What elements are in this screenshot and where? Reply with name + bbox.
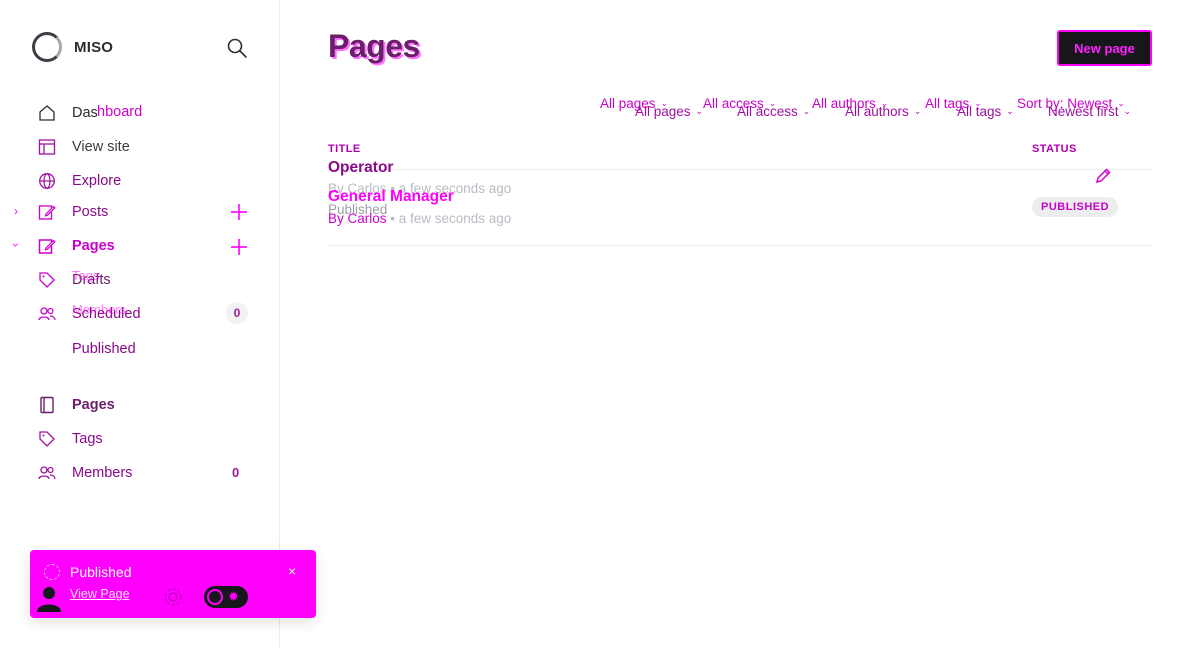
sidebar-item-label: Explore (72, 173, 122, 189)
sun-icon: ✹ (228, 589, 239, 604)
add-page-icon[interactable] (229, 237, 249, 257)
author-name: By Carlos (328, 211, 387, 226)
filter-tag-front[interactable]: All tags ⌄ (957, 104, 1014, 119)
sidebar-item-view-site[interactable]: View site (38, 137, 130, 157)
page-row-meta: By Carlos • a few seconds ago (328, 211, 511, 226)
chevron-down-icon: ⌄ (802, 106, 811, 116)
home-icon (38, 104, 56, 122)
chevron-down-icon: ⌄ (913, 106, 922, 116)
edit-icon (38, 203, 56, 221)
chevron-down-icon: ⌄ (695, 106, 704, 116)
filter-label: Newest first (1048, 104, 1119, 119)
filter-label: All pages (635, 104, 691, 119)
filter-sort-front[interactable]: Newest first ⌄ (1048, 104, 1131, 119)
filter-type-front[interactable]: All pages ⌄ (635, 104, 703, 119)
divider (328, 169, 1152, 170)
notification-toast: Published View Page × ✹ (30, 550, 316, 618)
book-icon (38, 396, 56, 414)
chevron-down-icon[interactable]: › (9, 243, 23, 247)
page-row-title[interactable]: Operator (328, 159, 393, 177)
new-page-button[interactable]: New page (1057, 30, 1152, 66)
sidebar-item-label: Pages (72, 397, 115, 413)
sidebar-item-label: Posts (72, 204, 109, 220)
sidebar-item-label: Published (72, 341, 136, 357)
divider (328, 245, 1152, 246)
timestamp: • a few seconds ago (386, 211, 512, 226)
sidebar-item-pages[interactable]: Pages (38, 236, 115, 256)
page-icon (38, 237, 56, 255)
filter-label: All tags (957, 104, 1002, 119)
chevron-right-icon[interactable]: › (14, 204, 18, 218)
member-count-badge: 0 (226, 302, 248, 324)
sidebar-item-tags[interactable]: Tags (38, 429, 103, 449)
search-icon[interactable] (226, 37, 248, 59)
filter-access-front[interactable]: All access ⌄ (737, 104, 810, 119)
sidebar-item-posts[interactable]: Posts (38, 202, 108, 222)
toast-title: Published (70, 564, 132, 580)
loading-icon (44, 564, 60, 580)
tag-icon (38, 271, 56, 289)
site-logo-icon (32, 32, 62, 62)
sidebar-item-pages-secondary[interactable]: Pages (38, 395, 115, 415)
sidebar-item-label: Tags (72, 431, 103, 447)
filter-label: All access (737, 104, 798, 119)
filter-label: All authors (845, 104, 909, 119)
toggle-knob (207, 589, 223, 605)
globe-icon (38, 172, 56, 190)
status-badge: PUBLISHED (1032, 197, 1119, 217)
sidebar-item-label: View site (72, 139, 130, 155)
sidebar-ghost-label: hboard (97, 104, 145, 120)
theme-toggle[interactable]: ✹ (204, 586, 248, 608)
pencil-icon[interactable] (1094, 167, 1112, 185)
sidebar-item-published[interactable]: Published (38, 339, 136, 359)
page-title: Pages (328, 28, 420, 64)
site-name: MISO (74, 38, 114, 56)
tag-icon (38, 430, 56, 448)
chevron-down-icon: ⌄ (1123, 106, 1132, 116)
layout-icon (38, 138, 56, 156)
chevron-down-icon: ⌄ (1006, 106, 1014, 116)
column-header-title: TITLE (328, 143, 361, 155)
gear-icon[interactable] (162, 586, 184, 608)
close-icon[interactable]: × (288, 563, 296, 579)
sidebar-item-members[interactable]: Members (38, 463, 132, 483)
avatar-icon[interactable] (36, 584, 62, 612)
brand[interactable]: MISO (32, 32, 113, 62)
filter-author-front[interactable]: All authors ⌄ (845, 104, 921, 119)
column-header-status: STATUS (1032, 143, 1077, 155)
add-post-icon[interactable] (229, 202, 249, 222)
sidebar-item-explore[interactable]: Explore (38, 171, 121, 191)
member-count: 0 (232, 465, 240, 480)
sidebar-ghost-label: Members (72, 302, 127, 317)
members-icon (38, 464, 56, 482)
sidebar-item-label: Members (72, 465, 133, 481)
sidebar-item-label: Pages (72, 238, 115, 254)
main-content: Pages Pages New page All pages ⌄ All acce… (280, 0, 1200, 648)
sidebar-ghost-label: Tags (72, 268, 100, 283)
members-icon (38, 305, 56, 323)
view-page-link[interactable]: View Page (70, 587, 130, 601)
